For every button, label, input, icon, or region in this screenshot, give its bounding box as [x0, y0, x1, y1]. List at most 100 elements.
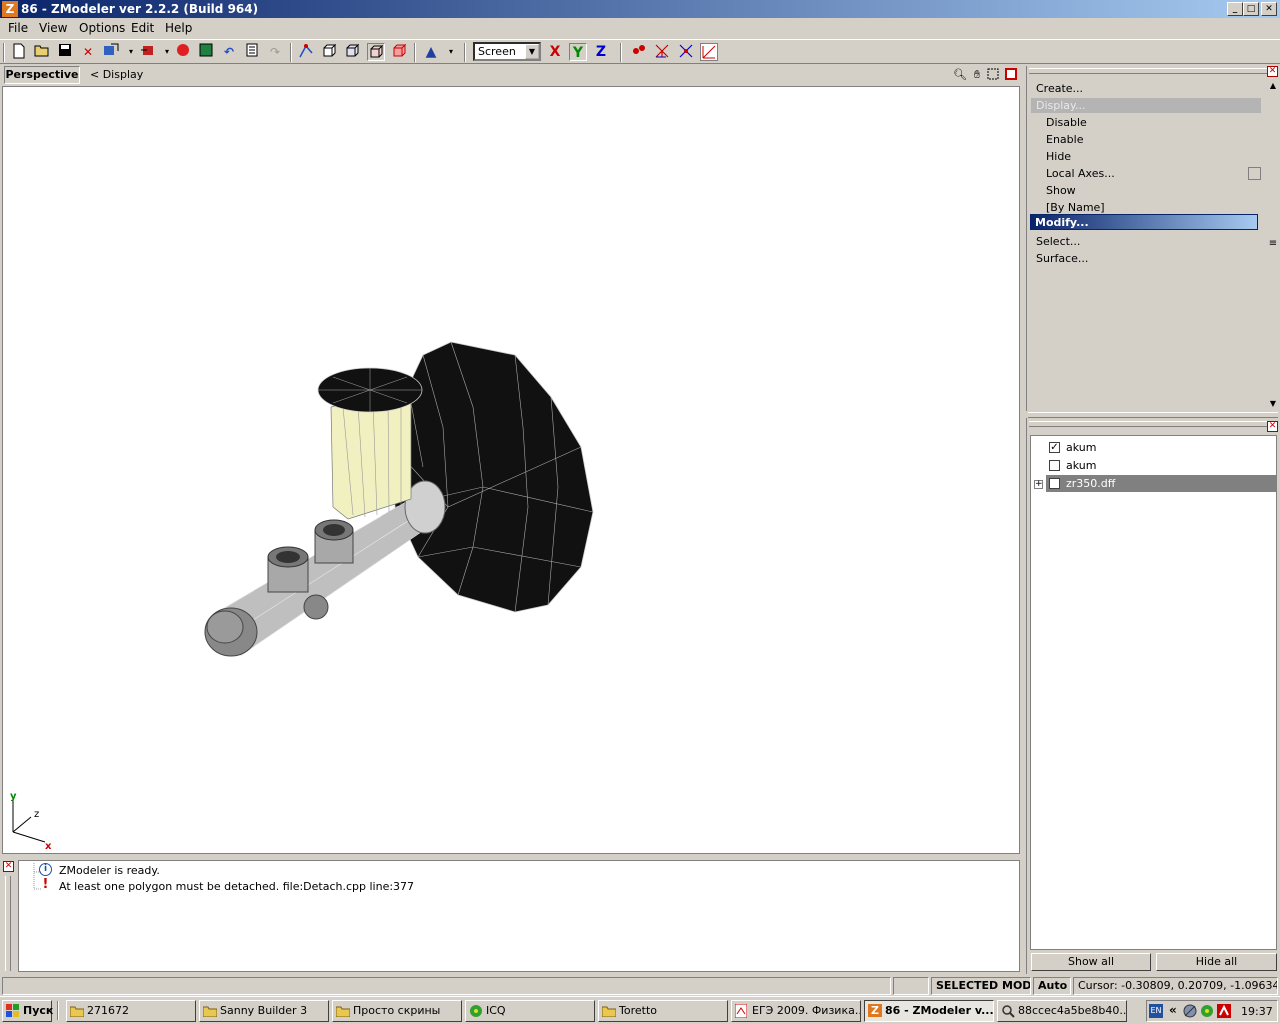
close-panel-icon[interactable]: ✕	[1267, 66, 1278, 77]
object-tree[interactable]: ✓ akum akum + zr350.dff	[1030, 435, 1277, 950]
tree-row-selected[interactable]: zr350.dff	[1046, 475, 1276, 492]
object-mode-icon[interactable]	[343, 43, 361, 61]
icq-tray-icon[interactable]	[1200, 1004, 1214, 1021]
axis-y-toggle[interactable]: Y	[569, 43, 587, 61]
cmd-select[interactable]: Select...	[1036, 235, 1080, 248]
antivirus-icon[interactable]	[1217, 1004, 1231, 1021]
scale-axis-icon[interactable]	[700, 43, 718, 61]
save-icon[interactable]	[56, 43, 74, 61]
menu-view[interactable]: View	[39, 21, 67, 35]
cmd-surface[interactable]: Surface...	[1036, 252, 1088, 265]
maximize-viewport-icon[interactable]	[1004, 68, 1018, 82]
new-file-icon[interactable]	[10, 43, 28, 61]
zoom-icon[interactable]: 🔍︎	[953, 68, 967, 82]
surface-mode-icon[interactable]	[390, 43, 408, 61]
close-objects-panel-icon[interactable]: ✕	[1267, 421, 1278, 432]
close-button[interactable]: ✕	[1261, 2, 1277, 16]
task-button[interactable]: Toretto	[598, 1000, 728, 1022]
polygon-mode-icon[interactable]	[367, 43, 385, 61]
menu-help[interactable]: Help	[165, 21, 192, 35]
panel-grip[interactable]	[1029, 421, 1267, 427]
cmd-create[interactable]: Create...	[1036, 82, 1083, 95]
axis-gizmo: y z x	[10, 791, 52, 852]
menu-edit[interactable]: Edit	[131, 21, 154, 35]
task-button-active[interactable]: Z 86 - ZModeler v...	[864, 1000, 994, 1022]
viewport-breadcrumb[interactable]: < Display	[90, 68, 143, 81]
network-icon[interactable]	[1183, 1004, 1197, 1021]
cmd-show[interactable]: Show	[1046, 184, 1076, 197]
import-dropdown-icon[interactable]: ▾	[122, 43, 140, 61]
close-log-icon[interactable]: ✕	[3, 861, 14, 872]
panel-grip[interactable]	[1029, 68, 1267, 74]
properties-icon[interactable]	[243, 43, 261, 61]
windows-logo-icon	[6, 1004, 19, 1017]
cmd-display[interactable]: Display...	[1031, 98, 1261, 113]
task-button[interactable]: Sanny Builder 3	[199, 1000, 329, 1022]
visibility-checkbox[interactable]: ✓	[1049, 442, 1060, 453]
menu-options[interactable]: Options	[79, 21, 125, 35]
minimize-button[interactable]: _	[1227, 2, 1243, 16]
status-auto[interactable]: Auto	[1033, 977, 1071, 995]
clock[interactable]: 19:37	[1241, 1005, 1273, 1018]
show-all-button[interactable]: Show all	[1031, 953, 1151, 971]
open-file-icon[interactable]	[33, 43, 51, 61]
import-icon[interactable]	[102, 43, 120, 61]
zoom-extents-icon[interactable]	[986, 68, 1000, 82]
status-message	[2, 977, 891, 995]
coordinate-space-select[interactable]: Screen ▼	[473, 42, 541, 61]
chevron-down-icon[interactable]: ▼	[525, 44, 539, 59]
start-button[interactable]: Пуск	[2, 1000, 53, 1022]
cmd-local-axes[interactable]: Local Axes...	[1046, 167, 1115, 180]
cmd-by-name[interactable]: [By Name]	[1046, 201, 1105, 214]
export-icon[interactable]	[139, 43, 157, 61]
status-bar: SELECTED MODE Auto Cursor: -0.30809, 0.2…	[0, 975, 1280, 996]
cmd-modify[interactable]: Modify...	[1030, 214, 1258, 230]
task-button[interactable]: 271672	[66, 1000, 196, 1022]
scroll-down-icon[interactable]: ▼	[1267, 398, 1279, 410]
command-panel-scrollbar[interactable]: ▲ ≡ ▼	[1267, 80, 1279, 410]
box-mode-icon[interactable]	[320, 43, 338, 61]
task-button[interactable]: ICQ	[465, 1000, 595, 1022]
expand-plus-icon[interactable]: +	[1034, 480, 1043, 489]
scroll-up-icon[interactable]: ▲	[1267, 80, 1279, 92]
task-label: Toretto	[619, 1004, 657, 1017]
render-mode-icon[interactable]: ▲	[422, 43, 440, 61]
axis-z-toggle[interactable]: Z	[592, 43, 610, 61]
task-button[interactable]: Просто скрины	[332, 1000, 462, 1022]
cmd-enable[interactable]: Enable	[1046, 133, 1083, 146]
render-dropdown-icon[interactable]: ▾	[442, 43, 460, 61]
undo-icon[interactable]: ↶	[220, 43, 238, 61]
move-axis-icon[interactable]	[653, 43, 671, 61]
task-button[interactable]: 88ccec4a5be8b40...	[997, 1000, 1127, 1022]
image-icon[interactable]	[197, 43, 215, 61]
record-icon[interactable]	[174, 43, 192, 61]
restore-button[interactable]: □	[1243, 2, 1259, 16]
zmodeler-app-icon[interactable]: Z	[2, 1, 18, 17]
tree-row-label: akum	[1066, 459, 1097, 472]
menu-file[interactable]: File	[8, 21, 28, 35]
axis-x-toggle[interactable]: X	[546, 43, 564, 61]
viewport-3d[interactable]: y z x	[2, 86, 1020, 854]
folder-icon	[69, 1004, 85, 1018]
task-button[interactable]: ЕГЭ 2009. Физика...	[731, 1000, 861, 1022]
viewport-tab-perspective[interactable]: Perspective	[4, 66, 80, 84]
visibility-checkbox[interactable]	[1049, 460, 1060, 471]
log-grip[interactable]	[5, 876, 11, 971]
rotate-axis-icon[interactable]	[677, 43, 695, 61]
link-icon[interactable]	[630, 43, 648, 61]
vertex-mode-icon[interactable]	[297, 43, 315, 61]
local-axes-option-box[interactable]	[1248, 167, 1261, 180]
delete-icon[interactable]: ✕	[79, 43, 97, 61]
pan-hand-icon[interactable]: ✋︎	[970, 68, 984, 82]
visibility-checkbox[interactable]	[1049, 478, 1060, 489]
language-indicator[interactable]: EN	[1149, 1004, 1163, 1018]
log-panel[interactable]: i ZModeler is ready. ! At least one poly…	[18, 860, 1020, 972]
log-side-bar: ✕	[0, 858, 18, 974]
cmd-hide[interactable]: Hide	[1046, 150, 1071, 163]
cmd-disable[interactable]: Disable	[1046, 116, 1087, 129]
scroll-grip-icon[interactable]: ≡	[1267, 238, 1279, 250]
task-label: 88ccec4a5be8b40...	[1018, 1004, 1127, 1017]
hide-all-button[interactable]: Hide all	[1156, 953, 1277, 971]
redo-icon[interactable]: ↷	[266, 43, 284, 61]
tray-expand-icon[interactable]: «	[1169, 1003, 1177, 1017]
